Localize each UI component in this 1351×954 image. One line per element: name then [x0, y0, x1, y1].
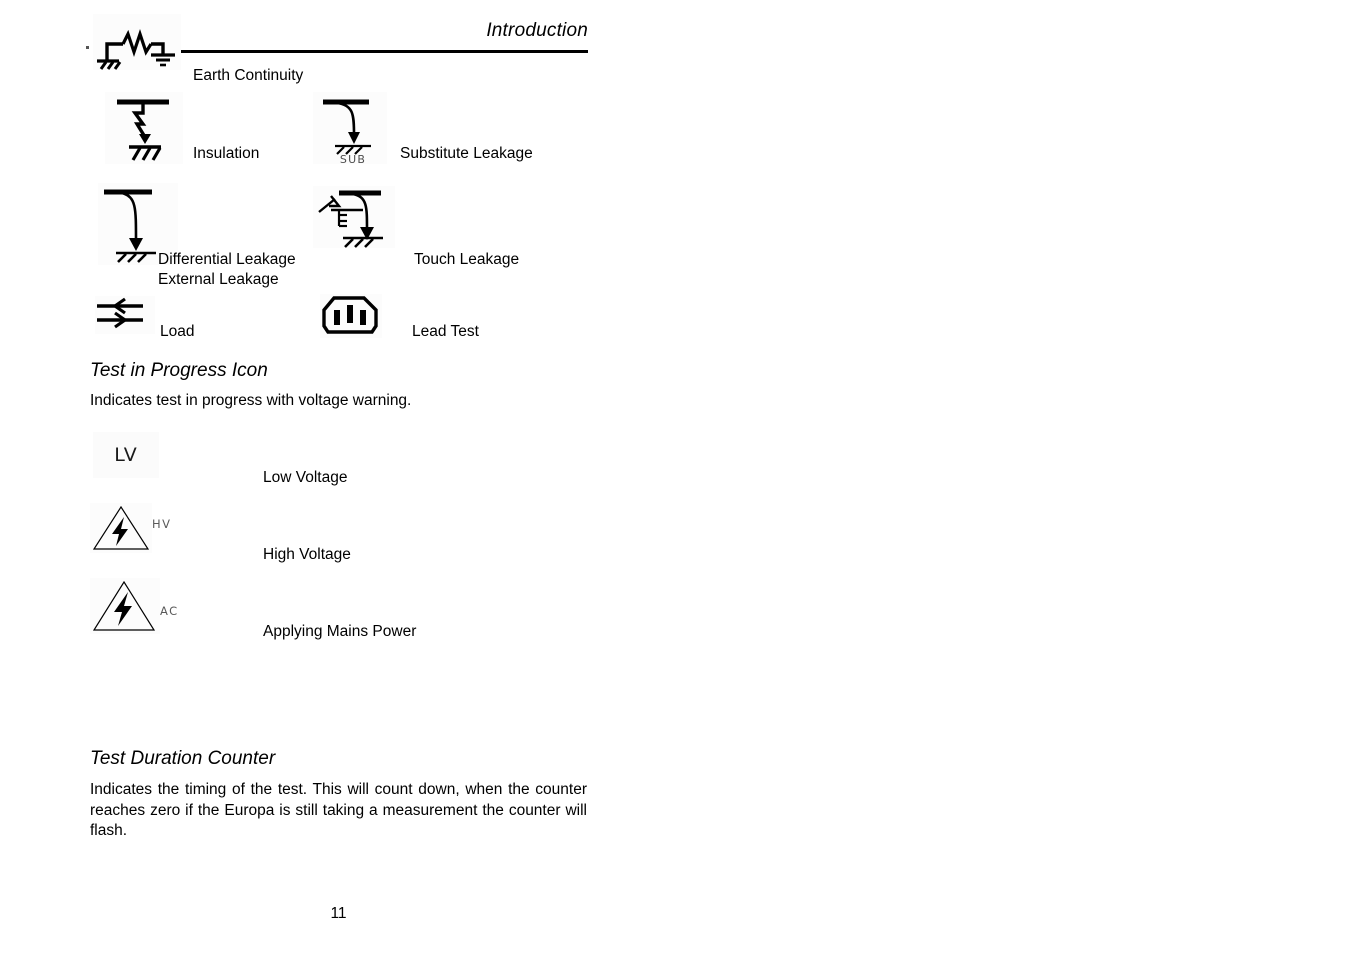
lead-test-icon	[320, 294, 382, 338]
section-heading-test-in-progress: Test in Progress Icon	[90, 360, 268, 381]
header-divider	[178, 50, 588, 53]
high-voltage-warning-icon	[90, 503, 152, 553]
legend-label-external-leakage: External Leakage	[158, 271, 279, 288]
mains-power-icon-text: AC	[160, 604, 179, 618]
legend-label-earth-continuity: Earth Continuity	[193, 67, 304, 84]
insulation-icon	[105, 92, 183, 164]
document-page: Introduction Earth Continuity Insulation…	[0, 0, 1351, 954]
substitute-leakage-icon-text: SUB	[340, 153, 366, 164]
legend-label-low-voltage: Low Voltage	[263, 469, 348, 486]
mains-power-warning-icon	[90, 578, 160, 634]
load-icon	[95, 296, 155, 334]
legend-label-applying-mains-power: Applying Mains Power	[263, 623, 417, 640]
earth-continuity-icon	[93, 14, 181, 70]
legend-label-differential-leakage: Differential Leakage	[158, 251, 296, 268]
margin-dot	[86, 46, 89, 49]
high-voltage-icon-text: HV	[152, 517, 172, 531]
legend-label-high-voltage: High Voltage	[263, 546, 351, 563]
low-voltage-icon: LV	[93, 432, 159, 478]
legend-label-touch-leakage: Touch Leakage	[414, 251, 520, 268]
page-number: 11	[330, 905, 347, 922]
section-heading-test-duration: Test Duration Counter	[90, 748, 276, 769]
section-description-test-duration: Indicates the timing of the test. This w…	[90, 781, 587, 839]
legend-label-load: Load	[160, 323, 195, 340]
substitute-leakage-icon: SUB	[313, 92, 387, 164]
legend-label-lead-test: Lead Test	[412, 323, 479, 340]
touch-leakage-icon	[313, 186, 395, 248]
low-voltage-icon-text: LV	[114, 444, 138, 466]
legend-label-insulation: Insulation	[193, 145, 260, 162]
legend-label-substitute-leakage: Substitute Leakage	[400, 145, 533, 162]
section-description-test-in-progress: Indicates test in progress with voltage …	[90, 392, 412, 409]
page-header-title: Introduction	[486, 20, 588, 41]
